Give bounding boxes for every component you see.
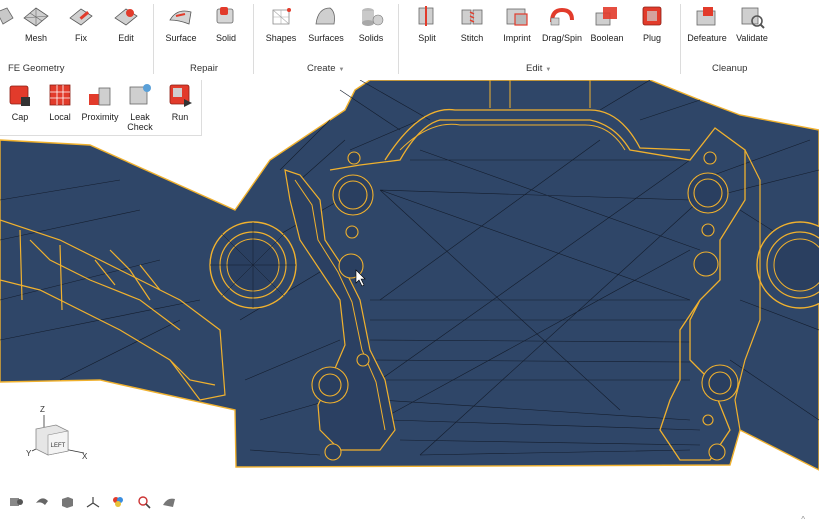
imprint-icon — [506, 8, 528, 26]
imprint-label: Imprint — [503, 33, 531, 43]
boolean-label: Boolean — [590, 33, 624, 43]
fe-geometry-group-label: FE Geometry — [8, 63, 65, 74]
create-group-label[interactable]: Create ▼ — [307, 63, 344, 74]
solids-icon — [362, 8, 384, 26]
surfaces-button[interactable]: Surfaces — [301, 0, 351, 48]
geometry-model-view[interactable] — [0, 80, 819, 526]
ribbon-separator — [398, 4, 399, 74]
split-label: Split — [418, 33, 436, 43]
repair-surface-button[interactable]: Surface — [156, 0, 206, 48]
local-icon — [49, 84, 71, 106]
local-button[interactable]: Local — [40, 82, 80, 122]
shapes-label: Shapes — [265, 33, 297, 43]
edit-group-label[interactable]: Edit ▼ — [526, 63, 551, 74]
view-controls-bar — [8, 495, 184, 513]
repair-surface-label: Surface — [165, 33, 197, 43]
defeature-label: Defeature — [687, 33, 727, 43]
boolean-icon — [595, 7, 617, 26]
expand-caret-icon[interactable]: ^ — [801, 515, 805, 524]
triad-x-label: X — [82, 452, 88, 461]
solid-repair-icon — [216, 7, 234, 24]
cleanup-group-label: Cleanup — [712, 63, 748, 74]
surfaces-icon — [315, 7, 335, 25]
triad-y-label: Y — [26, 449, 32, 458]
stitch-label: Stitch — [460, 33, 484, 43]
defeature-button[interactable]: Defeature — [682, 0, 732, 48]
swap-icon[interactable] — [34, 495, 50, 509]
drag-spin-button[interactable]: Drag/Spin — [537, 0, 587, 48]
defeature-icon — [696, 7, 716, 26]
validate-icon — [741, 7, 765, 29]
drag-spin-label: Drag/Spin — [541, 33, 583, 43]
mesh-label: Mesh — [24, 33, 47, 43]
fix-subpanel: Cap Local Proximity Leak Check Run — [0, 80, 202, 136]
cap-button[interactable]: Cap — [0, 82, 40, 122]
cube-icon[interactable] — [59, 495, 75, 509]
run-icon — [169, 84, 192, 107]
triad-face-label: LEFT — [51, 443, 66, 449]
edit-fe-button[interactable]: Edit — [101, 0, 151, 48]
run-label: Run — [171, 112, 189, 122]
view-triad[interactable]: LEFT Z Y X — [22, 403, 97, 465]
local-label: Local — [49, 112, 71, 122]
ribbon-toolbar: Mesh Fix Edit FE Geometry Surface Solid … — [0, 0, 819, 81]
solids-button[interactable]: Solids — [346, 0, 396, 48]
imprint-button[interactable]: Imprint — [492, 0, 542, 48]
drag-spin-icon — [550, 7, 574, 26]
ribbon-separator — [153, 4, 154, 74]
leak-check-label: Leak Check — [127, 112, 153, 132]
plug-button[interactable]: Plug — [627, 0, 677, 48]
render-icon[interactable] — [161, 495, 177, 509]
engine-block-body — [0, 80, 819, 471]
shapes-icon — [272, 8, 291, 25]
validate-button[interactable]: Validate — [727, 0, 777, 48]
stitch-button[interactable]: Stitch — [447, 0, 497, 48]
graphics-viewport[interactable] — [0, 80, 819, 526]
fix-button[interactable]: Fix — [56, 0, 106, 48]
mesh-icon — [23, 7, 49, 27]
view-icon[interactable] — [8, 495, 24, 509]
fix-label: Fix — [75, 33, 87, 43]
triad-z-label: Z — [40, 405, 45, 414]
surfaces-label: Surfaces — [308, 33, 344, 43]
edit-fe-label: Edit — [118, 33, 134, 43]
stitch-icon — [461, 9, 483, 25]
cap-label: Cap — [11, 112, 29, 122]
solids-label: Solids — [358, 33, 384, 43]
shapes-button[interactable]: Shapes — [256, 0, 306, 48]
axis-icon[interactable] — [85, 495, 101, 509]
repair-group-label: Repair — [190, 63, 218, 74]
plug-icon — [642, 6, 662, 26]
run-button[interactable]: Run — [160, 82, 200, 122]
search-icon[interactable] — [136, 495, 152, 509]
repair-solid-label: Solid — [215, 33, 236, 43]
leak-check-button[interactable]: Leak Check — [120, 82, 160, 132]
proximity-icon — [89, 87, 111, 106]
ribbon-separator — [253, 4, 254, 74]
repair-solid-button[interactable]: Solid — [201, 0, 251, 48]
split-icon — [418, 6, 434, 26]
ribbon-separator — [680, 4, 681, 74]
fix-icon — [69, 8, 93, 26]
boolean-button[interactable]: Boolean — [582, 0, 632, 48]
view-cube-icon: LEFT Z Y X — [26, 405, 88, 461]
proximity-button[interactable]: Proximity — [80, 82, 120, 122]
edit-fe-icon — [114, 8, 138, 26]
surface-repair-icon — [169, 10, 192, 25]
split-button[interactable]: Split — [402, 0, 452, 48]
validate-label: Validate — [736, 33, 768, 43]
proximity-label: Proximity — [81, 112, 119, 122]
color-icon[interactable] — [110, 495, 126, 509]
cap-icon — [9, 85, 30, 106]
plug-label: Plug — [642, 33, 661, 43]
mesh-button[interactable]: Mesh — [11, 0, 61, 48]
left-bore-ring — [209, 221, 297, 309]
leak-check-icon — [129, 84, 151, 105]
